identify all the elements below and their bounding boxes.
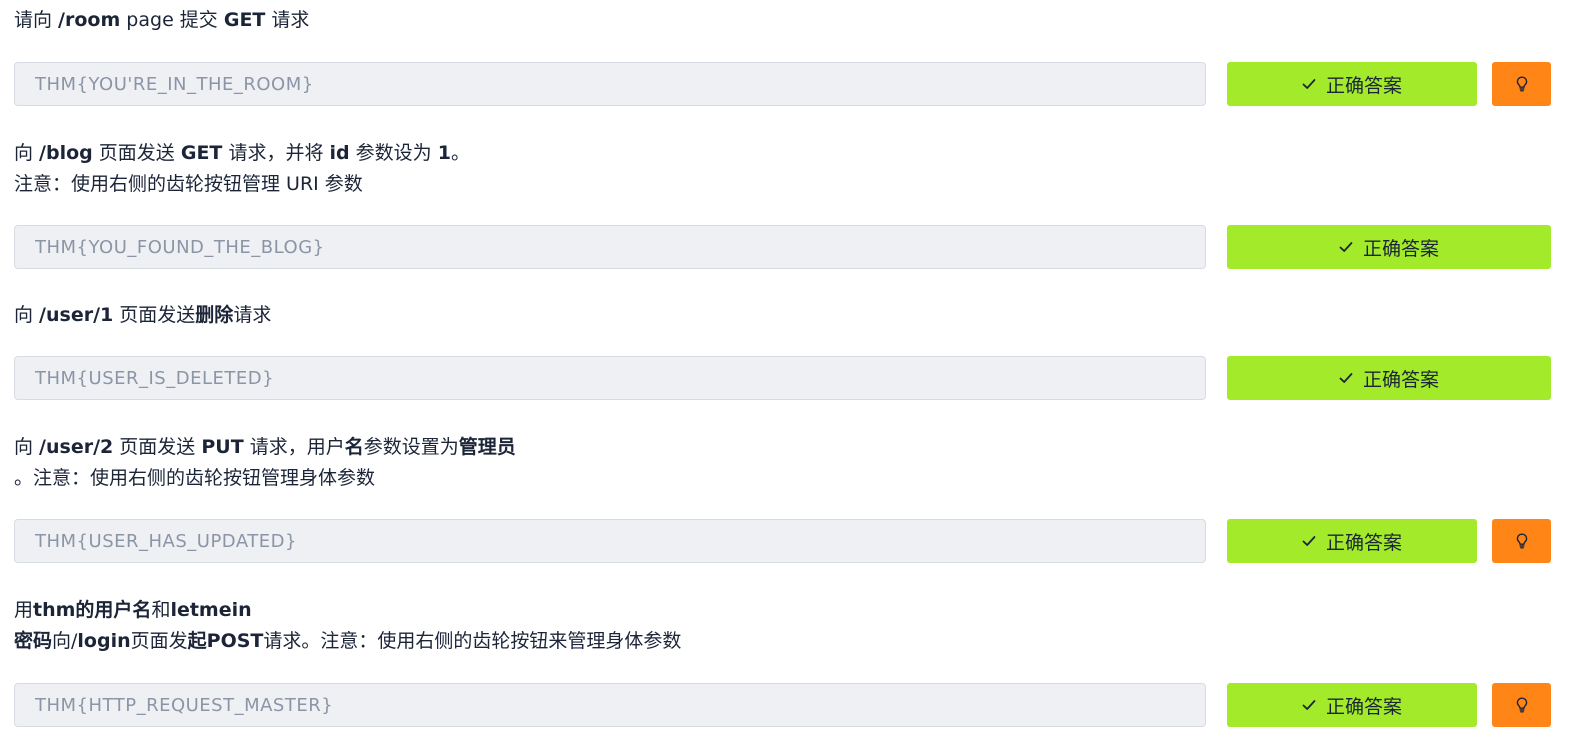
correct-answer-label: 正确答案: [1325, 74, 1402, 97]
correct-answer-button[interactable]: 正确答案: [1227, 519, 1477, 563]
question-text: 向 /user/2 页面发送 PUT 请求，用户名参数设置为管理员: [14, 431, 516, 463]
question-keyword: GET: [223, 9, 266, 31]
question-keyword: /user/1: [39, 304, 114, 326]
question-segment: 注意：使用右侧的齿轮按钮管理 URI 参数: [14, 173, 363, 195]
answer-input[interactable]: [14, 519, 1206, 563]
answer-row: 正确答案: [14, 356, 1551, 400]
question-keyword: 起POST: [187, 630, 264, 652]
answer-row: 正确答案: [14, 519, 1551, 563]
correct-answer-label: 正确答案: [1325, 531, 1402, 554]
question-keyword: GET: [180, 142, 223, 164]
question-keyword: login: [77, 630, 131, 652]
question-segment: 。注意：使用右侧的齿轮按钮管理身体参数: [14, 467, 376, 489]
question-keyword: 1: [437, 142, 451, 164]
lightbulb-icon: [1515, 533, 1529, 549]
question-text: 密码向/login页面发起POST请求。注意：使用右侧的齿轮按钮来管理身体参数: [14, 625, 681, 657]
question-segment: 向: [14, 436, 40, 458]
answer-input[interactable]: [14, 225, 1206, 269]
correct-answer-button[interactable]: 正确答案: [1227, 683, 1477, 727]
question-keyword: 名: [344, 436, 364, 458]
question-segment: 向: [14, 142, 40, 164]
question-segment: 页面发送: [113, 436, 202, 458]
correct-answer-label: 正确答案: [1362, 237, 1439, 260]
hint-button[interactable]: [1492, 519, 1551, 563]
question-text: 向 /blog 页面发送 GET 请求，并将 id 参数设为 1。: [14, 137, 470, 169]
question-segment: 请求，并将: [222, 142, 330, 164]
question-segment: page 提交: [120, 9, 224, 31]
question-keyword: 密码: [14, 630, 53, 652]
question-keyword: thm的用户名: [33, 599, 152, 621]
question-text: 向 /user/1 页面发送删除请求: [14, 299, 271, 331]
check-icon: [1302, 698, 1316, 712]
answer-row: 正确答案: [14, 683, 1551, 727]
question-keyword: /room: [58, 9, 121, 31]
question-segment: 请求，用户: [243, 436, 345, 458]
question-segment: 页面发: [130, 630, 188, 652]
question-segment: 页面发送: [113, 304, 196, 326]
lightbulb-icon: [1515, 76, 1529, 92]
question-text: 请向 /room page 提交 GET 请求: [14, 4, 309, 36]
correct-answer-label: 正确答案: [1325, 695, 1402, 718]
answer-input[interactable]: [14, 683, 1206, 727]
question-segment: 和: [151, 599, 171, 621]
check-icon: [1339, 240, 1353, 254]
question-segment: 参数设置为: [363, 436, 459, 458]
answer-row: 正确答案: [14, 225, 1551, 269]
answer-input[interactable]: [14, 62, 1206, 106]
check-icon: [1302, 534, 1316, 548]
question-text: 用thm的用户名和letmein: [14, 594, 252, 626]
answer-input[interactable]: [14, 356, 1206, 400]
question-keyword: id: [329, 142, 350, 164]
question-keyword: PUT: [201, 436, 244, 458]
question-segment: 参数设为: [349, 142, 438, 164]
answer-row: 正确答案: [14, 62, 1551, 106]
question-keyword: letmein: [170, 599, 252, 621]
question-keyword: /blog: [39, 142, 93, 164]
check-icon: [1302, 77, 1316, 91]
check-icon: [1339, 371, 1353, 385]
correct-answer-button[interactable]: 正确答案: [1227, 225, 1551, 269]
question-text: 。注意：使用右侧的齿轮按钮管理身体参数: [14, 462, 375, 494]
question-text: 注意：使用右侧的齿轮按钮管理 URI 参数: [14, 168, 363, 200]
correct-answer-label: 正确答案: [1362, 368, 1439, 391]
hint-button[interactable]: [1492, 683, 1551, 727]
lightbulb-icon: [1515, 697, 1529, 713]
question-segment: 请求。注意：使用右侧的齿轮按钮来管理身体参数: [263, 630, 682, 652]
question-segment: 向/: [52, 630, 78, 652]
question-segment: 用: [14, 599, 34, 621]
question-keyword: /user/2: [39, 436, 114, 458]
question-segment: 。: [450, 142, 470, 164]
question-segment: 请求: [265, 9, 310, 31]
question-segment: 请求: [233, 304, 272, 326]
question-keyword: 管理员: [458, 436, 516, 458]
question-segment: 请向: [14, 9, 59, 31]
correct-answer-button[interactable]: 正确答案: [1227, 356, 1551, 400]
question-segment: 页面发送: [92, 142, 181, 164]
question-keyword: 删除: [195, 304, 234, 326]
hint-button[interactable]: [1492, 62, 1551, 106]
correct-answer-button[interactable]: 正确答案: [1227, 62, 1477, 106]
question-segment: 向: [14, 304, 40, 326]
